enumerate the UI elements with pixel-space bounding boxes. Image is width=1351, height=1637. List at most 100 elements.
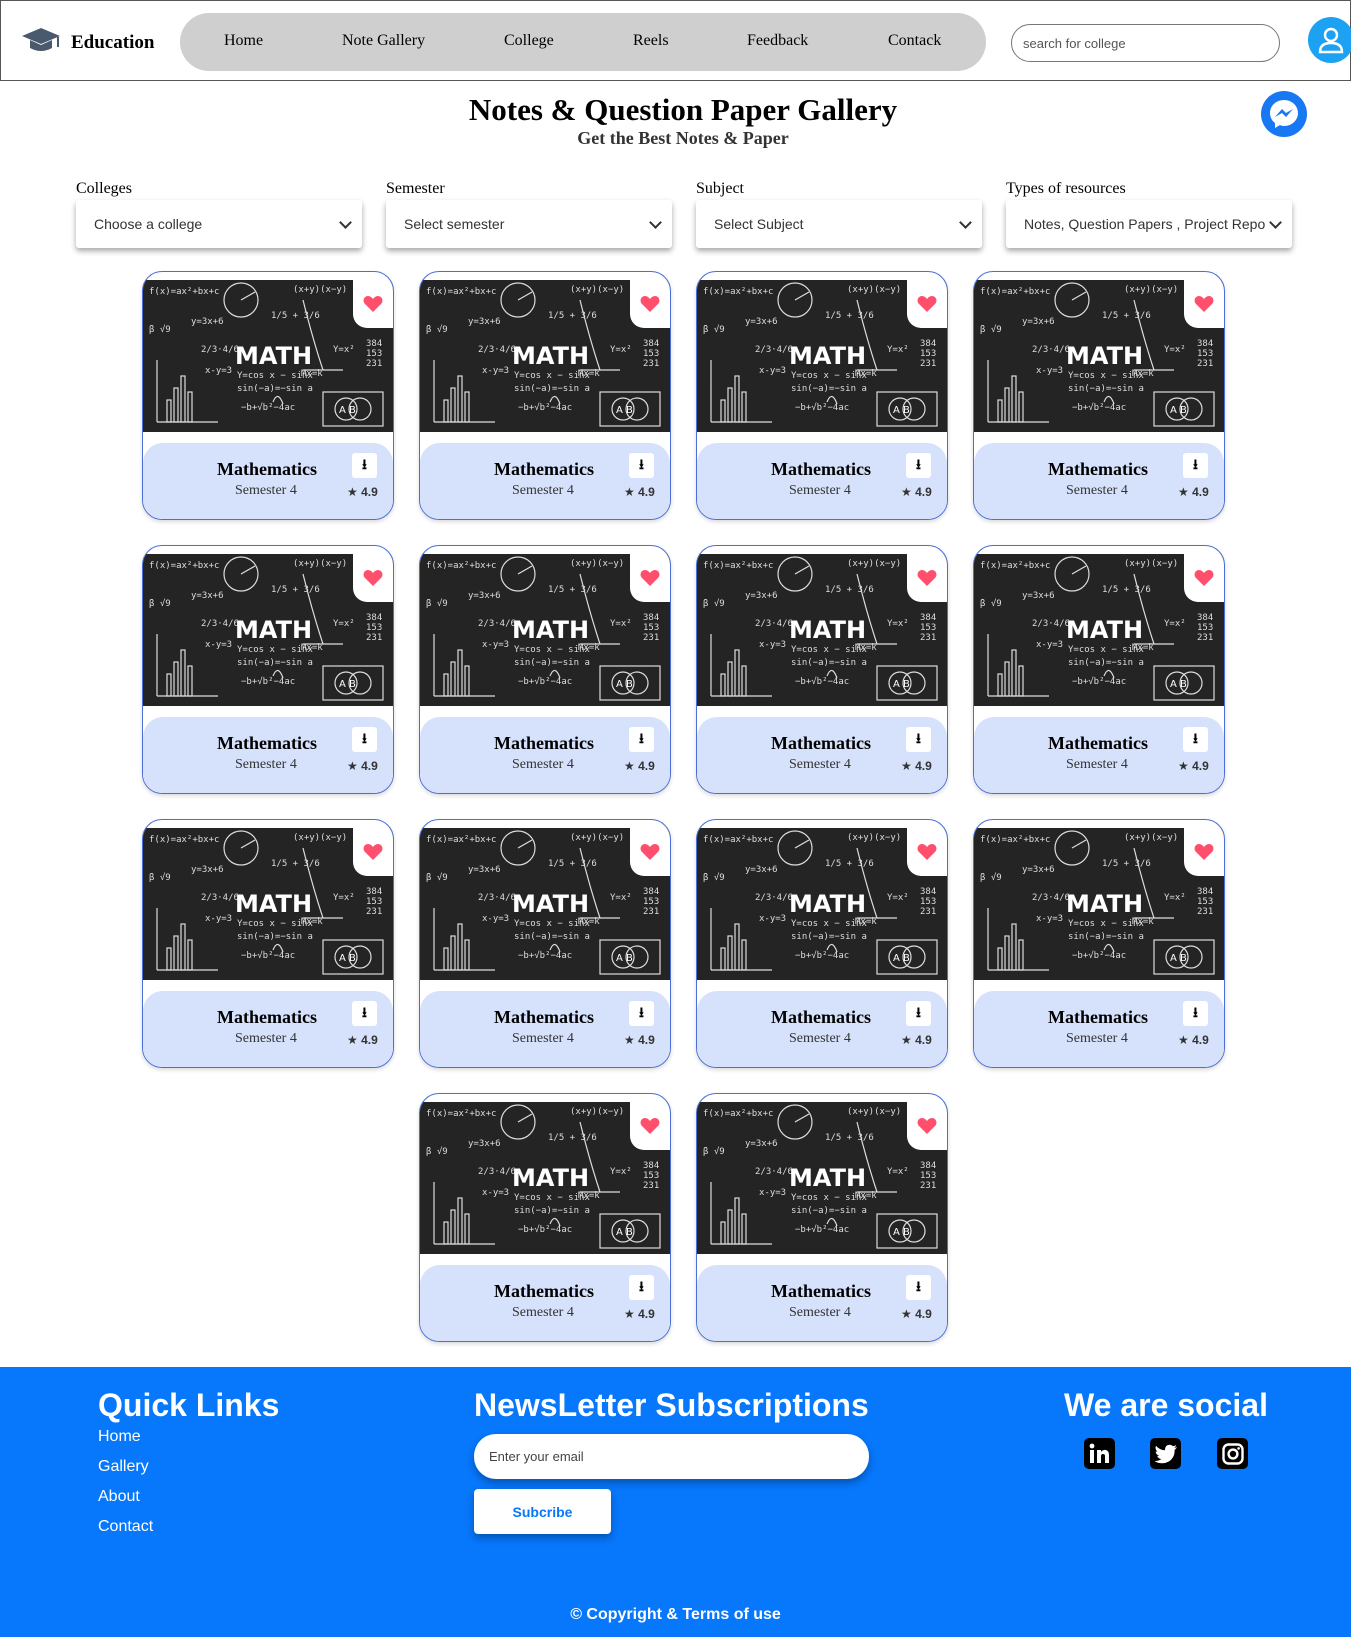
download-button[interactable]: ⭳ (352, 727, 377, 752)
resource-card[interactable]: f(x)=ax²+bx+c β √9 y=3x+6 1/5 + 3/6 2/3·… (696, 1093, 948, 1342)
favorite-button[interactable] (907, 280, 947, 328)
footer-link-about[interactable]: About (98, 1488, 140, 1506)
filter-label: Semester (386, 180, 445, 197)
heart-icon (640, 296, 660, 312)
favorite-button[interactable] (630, 554, 670, 602)
nav-contact[interactable]: Contack (888, 32, 941, 50)
heart-icon (917, 844, 937, 860)
semester-select[interactable]: Select semester (386, 200, 672, 248)
star-icon: ★ (347, 759, 358, 773)
subscribe-button[interactable]: Subcribe (474, 1489, 611, 1534)
favorite-button[interactable] (907, 828, 947, 876)
heart-icon (363, 570, 383, 586)
download-button[interactable]: ⭳ (906, 1275, 931, 1300)
favorite-button[interactable] (353, 554, 393, 602)
favorite-button[interactable] (1184, 554, 1224, 602)
svg-text:Mx=k: Mx=k (855, 643, 877, 653)
resource-card[interactable]: f(x)=ax²+bx+c β √9 y=3x+6 1/5 + 3/6 2/3·… (973, 545, 1225, 794)
favorite-button[interactable] (907, 1102, 947, 1150)
favorite-button[interactable] (1184, 828, 1224, 876)
resource-card[interactable]: f(x)=ax²+bx+c β √9 y=3x+6 1/5 + 3/6 2/3·… (696, 819, 948, 1068)
image-caption: MATH (235, 342, 312, 370)
favorite-button[interactable] (1184, 280, 1224, 328)
resource-card[interactable]: f(x)=ax²+bx+c β √9 y=3x+6 1/5 + 3/6 2/3·… (419, 1093, 671, 1342)
image-caption: MATH (789, 890, 866, 918)
star-icon: ★ (347, 485, 358, 499)
favorite-button[interactable] (630, 280, 670, 328)
rating-value: 4.9 (1192, 759, 1209, 773)
college-select[interactable]: Choose a college (76, 200, 362, 248)
download-button[interactable]: ⭳ (1183, 453, 1208, 478)
download-button[interactable]: ⭳ (906, 453, 931, 478)
download-button[interactable]: ⭳ (352, 453, 377, 478)
resource-card[interactable]: f(x)=ax²+bx+c β √9 y=3x+6 1/5 + 3/6 2/3·… (973, 819, 1225, 1068)
svg-text:153: 153 (1197, 623, 1213, 633)
nav-reels[interactable]: Reels (633, 32, 669, 50)
subject-select[interactable]: Select Subject (696, 200, 982, 248)
svg-text:Mx=k: Mx=k (301, 917, 323, 927)
card-rating: ★ 4.9 (624, 1033, 655, 1047)
instagram-icon[interactable] (1217, 1438, 1248, 1469)
resource-card[interactable]: f(x)=ax²+bx+c β √9 y=3x+6 1/5 + 3/6 2/3·… (142, 819, 394, 1068)
resource-card[interactable]: f(x)=ax²+bx+c β √9 y=3x+6 1/5 + 3/6 2/3·… (419, 819, 671, 1068)
download-button[interactable]: ⭳ (629, 1275, 654, 1300)
svg-text:A B: A B (616, 679, 633, 690)
download-button[interactable]: ⭳ (1183, 1001, 1208, 1026)
svg-text:x-y=3: x-y=3 (482, 366, 509, 376)
svg-text:f(x)=ax²+bx+c: f(x)=ax²+bx+c (980, 835, 1050, 845)
resource-card[interactable]: f(x)=ax²+bx+c β √9 y=3x+6 1/5 + 3/6 2/3·… (419, 545, 671, 794)
resource-type-select[interactable]: Notes, Question Papers , Project Repor (1006, 200, 1292, 248)
svg-text:y=3x+6: y=3x+6 (468, 591, 501, 601)
svg-text:x-y=3: x-y=3 (205, 640, 232, 650)
email-field[interactable] (474, 1434, 869, 1479)
download-button[interactable]: ⭳ (629, 727, 654, 752)
svg-text:x-y=3: x-y=3 (1036, 366, 1063, 376)
svg-text:231: 231 (1197, 633, 1213, 643)
footer-link-gallery[interactable]: Gallery (98, 1458, 149, 1476)
resource-card[interactable]: f(x)=ax²+bx+c β √9 y=3x+6 1/5 + 3/6 2/3·… (973, 271, 1225, 520)
download-button[interactable]: ⭳ (906, 727, 931, 752)
svg-text:β √9: β √9 (980, 872, 1002, 883)
newsletter-title: NewsLetter Subscriptions (474, 1387, 869, 1423)
messenger-button[interactable] (1261, 91, 1307, 137)
user-avatar[interactable] (1308, 17, 1351, 63)
svg-text:A B: A B (1170, 405, 1187, 416)
favorite-button[interactable] (630, 828, 670, 876)
resource-card[interactable]: f(x)=ax²+bx+c β √9 y=3x+6 1/5 + 3/6 2/3·… (696, 271, 948, 520)
favorite-button[interactable] (353, 280, 393, 328)
card-semester: Semester 4 (235, 1031, 297, 1046)
svg-text:A B: A B (893, 953, 910, 964)
svg-text:y=3x+6: y=3x+6 (468, 865, 501, 875)
math-chalkboard-image: f(x)=ax²+bx+c β √9 y=3x+6 1/5 + 3/6 2/3·… (143, 828, 393, 980)
resource-card[interactable]: f(x)=ax²+bx+c β √9 y=3x+6 1/5 + 3/6 2/3·… (142, 271, 394, 520)
download-button[interactable]: ⭳ (629, 1001, 654, 1026)
svg-text:1/5 + 3/6: 1/5 + 3/6 (825, 585, 874, 595)
rating-value: 4.9 (915, 1033, 932, 1047)
twitter-icon[interactable] (1150, 1438, 1181, 1469)
nav-home[interactable]: Home (224, 32, 263, 50)
svg-text:−b+√b²−4ac: −b+√b²−4ac (518, 402, 572, 413)
favorite-button[interactable] (353, 828, 393, 876)
logo[interactable]: Education (21, 25, 154, 60)
svg-text:f(x)=ax²+bx+c: f(x)=ax²+bx+c (703, 1109, 773, 1119)
resource-card[interactable]: f(x)=ax²+bx+c β √9 y=3x+6 1/5 + 3/6 2/3·… (142, 545, 394, 794)
social-title: We are social (1064, 1387, 1268, 1423)
nav-feedback[interactable]: Feedback (747, 32, 808, 50)
search-input[interactable] (1011, 24, 1280, 62)
download-button[interactable]: ⭳ (1183, 727, 1208, 752)
favorite-button[interactable] (630, 1102, 670, 1150)
card-title: Mathematics (1048, 459, 1148, 479)
favorite-button[interactable] (907, 554, 947, 602)
nav-note-gallery[interactable]: Note Gallery (342, 32, 425, 50)
svg-text:y=3x+6: y=3x+6 (745, 591, 778, 601)
svg-text:sin(−a)=−sin a: sin(−a)=−sin a (791, 1206, 867, 1216)
footer-link-contact[interactable]: Contact (98, 1518, 153, 1536)
linkedin-icon[interactable] (1084, 1438, 1115, 1469)
download-button[interactable]: ⭳ (352, 1001, 377, 1026)
nav-college[interactable]: College (504, 32, 554, 50)
resource-card[interactable]: f(x)=ax²+bx+c β √9 y=3x+6 1/5 + 3/6 2/3·… (419, 271, 671, 520)
download-button[interactable]: ⭳ (629, 453, 654, 478)
resource-card[interactable]: f(x)=ax²+bx+c β √9 y=3x+6 1/5 + 3/6 2/3·… (696, 545, 948, 794)
download-button[interactable]: ⭳ (906, 1001, 931, 1026)
footer-link-home[interactable]: Home (98, 1428, 141, 1446)
